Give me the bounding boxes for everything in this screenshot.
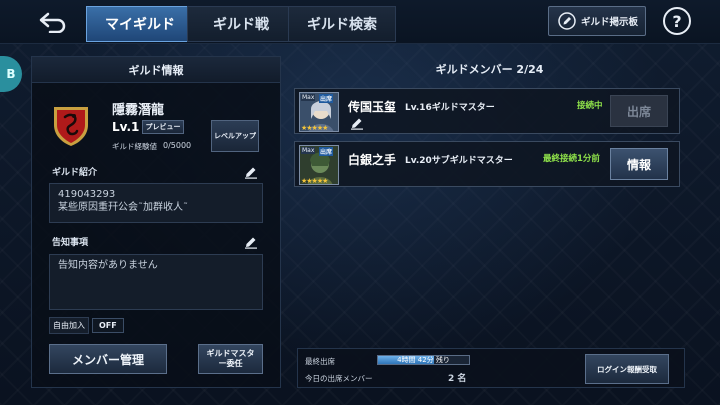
free-join-toggle[interactable]: OFF — [92, 318, 124, 333]
member-avatar[interactable]: Max 出席 ★★★★★ — [299, 145, 339, 185]
intro-line: 419043293 — [58, 189, 116, 200]
tab-guild-search[interactable]: ギルド検索 — [288, 6, 396, 42]
max-label: Max — [301, 94, 316, 101]
exp-value: 0/5000 — [163, 141, 192, 150]
side-handle-icon: B — [6, 67, 16, 81]
tab-my-guild[interactable]: マイギルド — [86, 6, 194, 42]
master-delegate-label: ギルドマスター委任 — [206, 349, 255, 368]
member-row: Max 出席 ★★★★★ 白銀之手 Lv.20サブギルドマスター 最終接続1分前… — [294, 141, 680, 187]
member-status: 接続中 — [577, 101, 603, 111]
pencil-icon — [558, 12, 576, 30]
help-button[interactable]: ? — [663, 7, 691, 35]
help-icon: ? — [672, 11, 682, 31]
tab-guild-battle[interactable]: ギルド戦 — [187, 6, 295, 42]
member-level-role: Lv.16ギルドマスター — [405, 103, 495, 113]
top-bar: マイギルド ギルド戦 ギルド検索 ギルド掲示板 ? — [0, 0, 720, 44]
guild-exp: ギルド経験値 0/5000 — [112, 141, 191, 152]
last-attend-label: 最終出席 — [305, 357, 335, 366]
member-name: 传国玉玺 — [348, 100, 397, 114]
guild-level: Lv.1 — [112, 120, 140, 134]
attendance-timer-text: 4時間 42分 残り — [397, 356, 450, 364]
member-stars: ★★★★★ — [301, 177, 328, 185]
preview-label: プレビュー — [145, 123, 181, 131]
notice-box: 告知内容がありません — [49, 254, 263, 310]
edit-name-icon[interactable] — [350, 116, 364, 130]
tab-label: ギルド検索 — [307, 17, 377, 33]
attendance-bar: 最終出席 4時間 42分 残り 今日の出席メンバー 2 名 ログイン報酬受取 — [297, 348, 685, 388]
attend-badge: 出席 — [319, 94, 334, 103]
notice-label: 告知事項 — [52, 238, 89, 248]
guild-intro-box: 419043293 某些原因重幵公会˜加群收人˜ — [49, 183, 263, 223]
exp-label: ギルド経験値 — [112, 142, 157, 151]
today-attend-label: 今日の出席メンバー — [305, 374, 373, 383]
login-reward-button[interactable]: ログイン報酬受取 — [585, 354, 669, 384]
attend-badge: 出席 — [319, 147, 334, 156]
guild-info-title: ギルド情報 — [32, 57, 280, 83]
member-level-role: Lv.20サブギルドマスター — [405, 156, 513, 166]
attendance-timer-bar: 4時間 42分 残り — [377, 355, 470, 365]
attend-label: 出席 — [626, 104, 651, 119]
member-avatar[interactable]: Max 出席 ★★★★★ — [299, 92, 339, 132]
info-button[interactable]: 情報 — [610, 148, 668, 180]
level-up-button[interactable]: レベルアップ — [211, 120, 259, 152]
member-row: Max 出席 ★★★★★ 传国玉玺 Lv.16ギルドマスター 接続中 出席 — [294, 88, 680, 134]
edit-notice-icon[interactable] — [244, 235, 258, 249]
guild-board-label: ギルド掲示板 — [581, 17, 639, 28]
tab-label: ギルド戦 — [213, 17, 269, 33]
back-arrow-icon — [39, 12, 66, 33]
level-up-label: レベルアップ — [214, 132, 256, 140]
guild-name: 隱霧潛龍 — [112, 103, 165, 118]
guild-crest-icon — [54, 107, 88, 146]
member-stars: ★★★★★ — [301, 124, 328, 132]
members-title: ギルドメンバー 2/24 — [435, 63, 544, 76]
intro-label: ギルド紹介 — [52, 168, 98, 178]
edit-intro-icon[interactable] — [244, 165, 258, 179]
notice-text: 告知内容がありません — [58, 260, 158, 271]
guild-info-panel: ギルド情報 隱霧潛龍 Lv.1 プレビュー レベルアップ ギルド経験値 0/50… — [31, 56, 281, 388]
back-button[interactable] — [36, 8, 70, 36]
free-join-row: 自由加入 OFF — [49, 317, 124, 334]
preview-button[interactable]: プレビュー — [142, 120, 184, 134]
member-name: 白銀之手 — [348, 153, 397, 167]
login-reward-label: ログイン報酬受取 — [597, 364, 657, 374]
guild-board-button[interactable]: ギルド掲示板 — [548, 6, 646, 36]
today-attend-count: 2 名 — [448, 374, 467, 384]
guild-members-panel: ギルドメンバー 2/24 Max 出席 ★★★★★ 传国玉玺 Lv.16ギルドマ… — [291, 56, 688, 348]
master-delegate-button[interactable]: ギルドマスター委任 — [198, 344, 263, 374]
intro-line: 某些原因重幵公会˜加群收人˜ — [58, 202, 188, 213]
tab-label: マイギルド — [105, 17, 175, 33]
member-status: 最終接続1分前 — [543, 154, 600, 164]
free-join-label: 自由加入 — [49, 317, 89, 334]
info-label: 情報 — [626, 157, 651, 172]
attend-button[interactable]: 出席 — [610, 95, 668, 127]
max-label: Max — [301, 147, 316, 154]
member-manage-label: メンバー管理 — [71, 352, 144, 367]
member-manage-button[interactable]: メンバー管理 — [49, 344, 167, 374]
